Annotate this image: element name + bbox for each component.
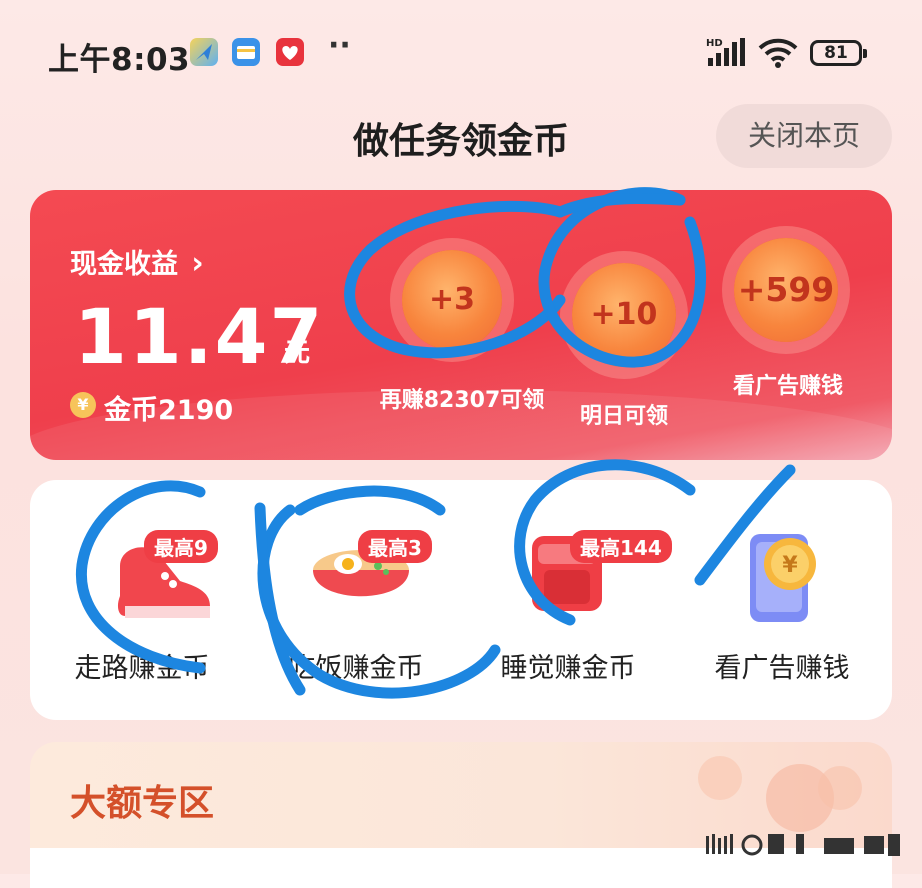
coin-balance: 金币2190: [104, 395, 234, 426]
wallet-app-icon: [232, 38, 260, 66]
task-walk-badge: 最高9: [144, 530, 218, 563]
task-watch-ads-label: 看广告赚钱: [714, 653, 850, 684]
task-eat-badge: 最高3: [358, 530, 432, 563]
task-walk-label: 走路赚金币: [74, 653, 210, 684]
cash-earnings-link[interactable]: 现金收益 ›: [70, 242, 204, 281]
zone-title: 大额专区: [70, 783, 215, 824]
maps-app-icon: [190, 38, 218, 66]
coin-bubble-1[interactable]: +3: [402, 250, 502, 350]
chevron-right-icon: ›: [191, 246, 204, 281]
task-watch-ads[interactable]: ¥ 看广告赚钱: [680, 500, 890, 700]
more-notifications-icon: ··: [328, 28, 351, 63]
phone-coin-icon: ¥: [750, 534, 816, 622]
svg-text:¥: ¥: [782, 553, 798, 578]
cash-earnings-label: 现金收益: [70, 249, 178, 280]
task-sleep-badge: 最高144: [570, 530, 672, 563]
status-time: 上午8:03: [48, 42, 191, 78]
coin-bubble-2-label: 明日可领: [579, 404, 668, 429]
battery-icon: 81: [810, 40, 867, 66]
coin-bubble-2[interactable]: +10: [572, 263, 676, 367]
svg-text:HD: HD: [706, 38, 723, 49]
task-sleep[interactable]: 最高144 睡觉赚金币: [468, 500, 678, 700]
task-eat-label: 吃饭赚金币: [288, 653, 424, 684]
coin-bubble-3-label: 看广告赚钱: [732, 374, 843, 399]
task-walk[interactable]: 最高9 走路赚金币: [40, 500, 250, 700]
watermark: [704, 828, 904, 868]
signal-icon: HD: [706, 36, 750, 72]
wifi-icon: [758, 38, 798, 72]
task-sleep-label: 睡觉赚金币: [500, 653, 636, 684]
close-page-button[interactable]: 关闭本页: [716, 104, 892, 168]
cash-unit: 元: [284, 338, 311, 368]
task-eat[interactable]: 最高3 吃饭赚金币: [256, 500, 466, 700]
heart-app-icon: [276, 38, 304, 66]
coin-icon: ¥: [70, 392, 96, 418]
coin-bubble-3[interactable]: +599: [734, 238, 838, 342]
